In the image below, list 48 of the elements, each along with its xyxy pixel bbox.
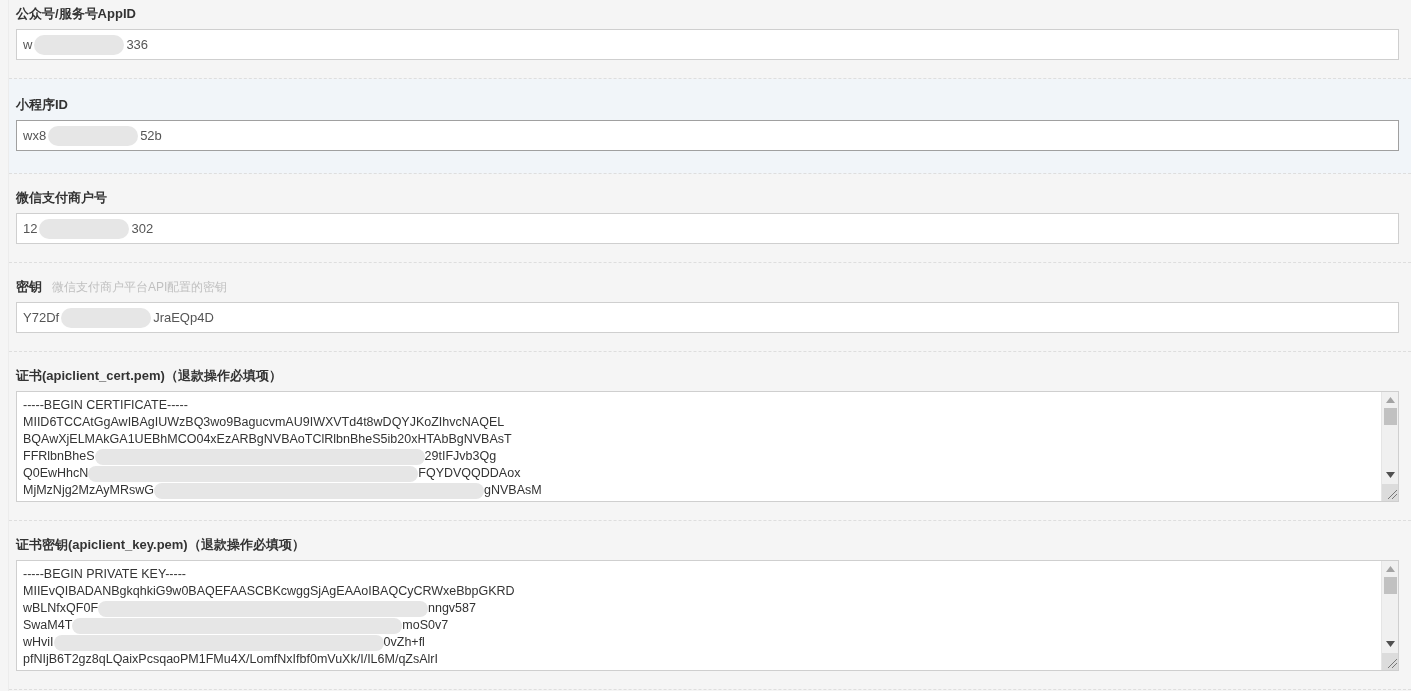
text-fragment: w bbox=[23, 36, 33, 53]
field-label: 证书密钥(apiclient_key.pem)（退款操作必填项） bbox=[16, 536, 305, 554]
text-fragment: wx8 bbox=[23, 127, 47, 144]
text-fragment: 52b bbox=[140, 127, 162, 144]
input-field[interactable]: wx8 52b bbox=[16, 120, 1399, 151]
resize-grip-icon[interactable] bbox=[1381, 653, 1398, 670]
field-label: 公众号/服务号AppID bbox=[16, 5, 136, 23]
input-field[interactable]: 12 302 bbox=[16, 213, 1399, 244]
text-line: -----BEGIN PRIVATE KEY----- bbox=[23, 566, 186, 583]
scrollbar[interactable] bbox=[1381, 392, 1398, 501]
resize-grip-icon[interactable] bbox=[1381, 484, 1398, 501]
text-fragment: FQYDVQQDDAox bbox=[418, 465, 521, 482]
text-line: MIID6TCCAtGgAwIBAgIUWzBQ3wo9BagucvmAU9IWXVTd4t8wDQYJKoZIhvcNAQEL bbox=[23, 414, 505, 431]
text-fragment: 336 bbox=[126, 36, 149, 53]
text-fragment: wBLNfxQF0F bbox=[23, 600, 98, 617]
scroll-thumb[interactable] bbox=[1383, 577, 1397, 594]
text-fragment: 29tIFJvb3Qg bbox=[424, 448, 497, 465]
scroll-up-icon[interactable] bbox=[1385, 397, 1395, 403]
text-fragment: Q0EwHhcN bbox=[23, 465, 89, 482]
field-label: 密钥 bbox=[16, 278, 42, 296]
input-field[interactable]: w 336 bbox=[16, 29, 1399, 60]
text-fragment: SwaM4T bbox=[23, 617, 73, 634]
text-fragment: moS0v7 bbox=[402, 617, 449, 634]
scrollbar[interactable] bbox=[1381, 561, 1398, 670]
scroll-up-icon[interactable] bbox=[1385, 566, 1395, 572]
textarea-field[interactable] bbox=[16, 560, 1399, 671]
text-fragment: 0vZh+fl bbox=[383, 634, 425, 651]
text-fragment: nngv587 bbox=[428, 600, 476, 617]
text-line: MIIEvQIBADANBgkqhkiG9w0BAQEFAASCBKcwggSjAgEAAoIBAQCyCRWxeBbpGKRD bbox=[23, 583, 515, 600]
text-fragment: wHviI bbox=[23, 634, 54, 651]
text-fragment: 12 bbox=[23, 220, 38, 237]
field-label: 微信支付商户号 bbox=[16, 189, 107, 207]
textarea-field[interactable] bbox=[16, 391, 1399, 502]
scroll-thumb[interactable] bbox=[1383, 408, 1397, 425]
input-field[interactable]: Y72Df JraEQp4D bbox=[16, 302, 1399, 333]
text-line: pfNIjB6T2gz8qLQaixPcsqaoPM1FMu4X/LomfNxIfbf0mVuXk/I/IL6M/qZsAlrI bbox=[23, 651, 438, 668]
scroll-down-icon[interactable] bbox=[1385, 472, 1395, 478]
text-fragment: Y72Df bbox=[23, 309, 60, 326]
field-label: 证书(apiclient_cert.pem)（退款操作必填项） bbox=[16, 367, 282, 385]
text-fragment: FFRlbnBheS bbox=[23, 448, 95, 465]
text-fragment: MjMzNjg2MzAyMRswG bbox=[23, 482, 155, 499]
field-label: 小程序ID bbox=[16, 96, 68, 114]
text-line: BQAwXjELMAkGA1UEBhMCO04xEzARBgNVBAoTClRlbnBheS5ib20xHTAbBgNVBAsT bbox=[23, 431, 512, 448]
text-line: -----BEGIN CERTIFICATE----- bbox=[23, 397, 188, 414]
text-fragment: 302 bbox=[131, 220, 154, 237]
scroll-down-icon[interactable] bbox=[1385, 641, 1395, 647]
text-fragment: gNVBAsM bbox=[484, 482, 542, 499]
text-fragment: JraEQp4D bbox=[153, 309, 214, 326]
